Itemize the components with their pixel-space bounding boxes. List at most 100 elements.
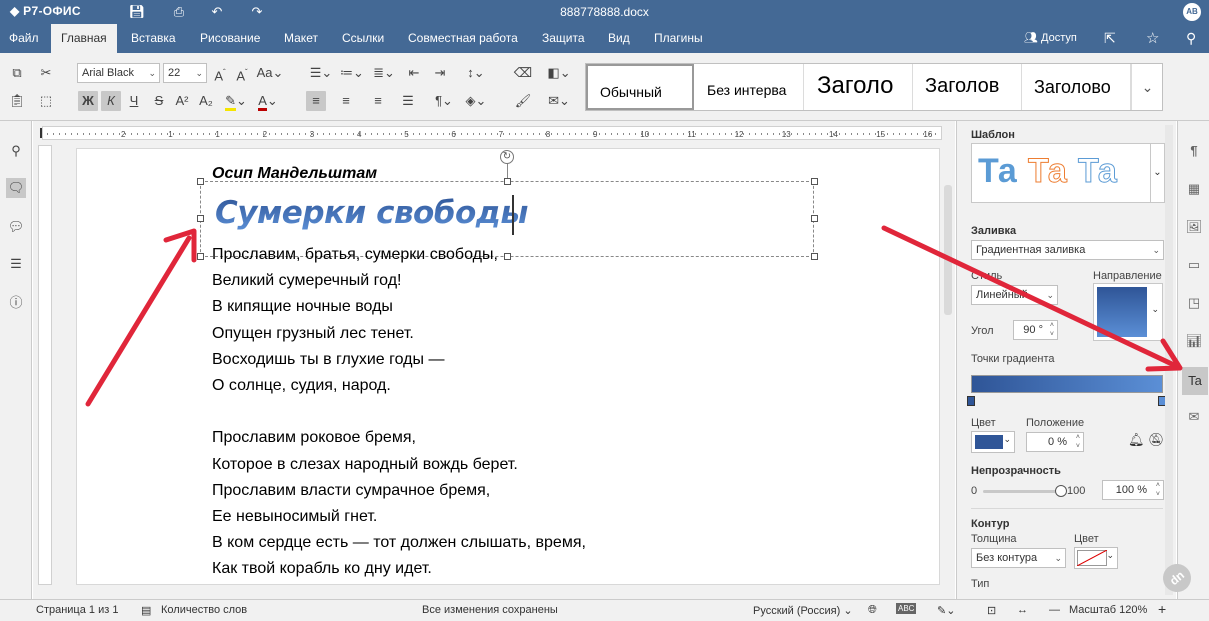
paste-icon[interactable]: 📋︎	[7, 91, 27, 111]
resize-handle[interactable]	[197, 253, 204, 260]
resize-handle[interactable]	[811, 253, 818, 260]
paragraph-marks-icon[interactable]: ¶⌄	[430, 91, 458, 111]
style-no-spacing[interactable]: Без интерва	[695, 64, 804, 110]
style-heading3[interactable]: Заголово	[1022, 64, 1131, 110]
template-sample[interactable]: Та	[978, 152, 1017, 191]
justify-icon[interactable]: ☰	[398, 91, 418, 111]
remove-stop-icon[interactable]: 🔕︎	[1148, 432, 1165, 448]
comments-icon[interactable]: 🗨︎	[6, 178, 26, 198]
italic-icon[interactable]: К	[101, 91, 121, 111]
change-case-icon[interactable]: Aa⌄	[256, 63, 284, 83]
globe-icon[interactable]: 🌐︎	[868, 604, 877, 617]
menu-protection[interactable]: Защита	[533, 24, 594, 53]
rotate-handle-icon[interactable]: ↻	[500, 150, 514, 164]
gradient-stop-start[interactable]	[967, 396, 975, 406]
zoom-in-icon[interactable]: +	[1158, 601, 1166, 617]
add-stop-icon[interactable]: 🔔︎	[1128, 432, 1145, 448]
gradient-bar[interactable]	[971, 375, 1163, 393]
decrease-indent-icon[interactable]: ⇤	[404, 63, 424, 83]
copy-style-icon[interactable]: 🖌︎	[513, 91, 533, 111]
wordart-title[interactable]: Сумерки свободы	[215, 195, 528, 231]
header-footer-icon[interactable]: ▭	[1184, 255, 1204, 275]
poem-text[interactable]: Прославим, братья, сумерки свободы, Вели…	[212, 242, 586, 583]
highlight-icon[interactable]: ✎⌄	[222, 91, 250, 111]
vertical-ruler[interactable]	[38, 145, 52, 585]
line-spacing-icon[interactable]: ↕⌄	[462, 63, 490, 83]
track-changes-icon[interactable]: ✎⌄	[937, 604, 955, 617]
menu-home[interactable]: Главная	[51, 24, 117, 53]
contour-thickness-select[interactable]: Без контура ⌄	[971, 548, 1066, 568]
word-count-icon[interactable]: ▤	[141, 604, 151, 617]
mail-merge-settings-icon[interactable]: ✉	[1184, 407, 1204, 427]
opacity-input[interactable]: 100 % ˄ ˅	[1102, 480, 1164, 500]
opacity-slider[interactable]	[983, 485, 1067, 497]
fit-width-icon[interactable]: ↔	[1017, 604, 1028, 616]
spellcheck-icon[interactable]: ABC	[896, 603, 917, 614]
paragraph-settings-icon[interactable]: ¶	[1184, 141, 1204, 161]
user-avatar[interactable]: АВ	[1183, 3, 1201, 21]
template-sample[interactable]: Та	[1078, 152, 1118, 191]
word-count[interactable]: Количество слов	[161, 604, 247, 616]
align-right-icon[interactable]: ≡	[368, 91, 388, 111]
resize-handle[interactable]	[504, 178, 511, 185]
align-center-icon[interactable]: ≡	[336, 91, 356, 111]
resize-handle[interactable]	[811, 178, 818, 185]
font-size-select[interactable]: 22 ⌄	[163, 63, 207, 83]
access-button[interactable]: 👥︎ Доступ	[1024, 24, 1077, 53]
select-all-icon[interactable]: ⬚	[36, 91, 56, 111]
shape-settings-icon[interactable]: ◳	[1184, 293, 1204, 313]
table-settings-icon[interactable]: ▦	[1184, 179, 1204, 199]
gradient-direction-picker[interactable]: ⌄	[1093, 283, 1163, 341]
chat-icon[interactable]: 💬︎	[6, 217, 26, 237]
stop-color-picker[interactable]: ⌄	[971, 431, 1015, 453]
shading-icon[interactable]: ◈⌄	[462, 91, 490, 111]
menu-plugins[interactable]: Плагины	[645, 24, 712, 53]
search-icon[interactable]: ⚲	[6, 141, 26, 161]
numbered-list-icon[interactable]: ≔⌄	[338, 63, 366, 83]
underline-icon[interactable]: Ч	[124, 91, 144, 111]
font-color-icon[interactable]: A⌄	[254, 91, 282, 111]
template-gallery[interactable]: Та Та Та ⌄	[971, 143, 1165, 203]
document-page[interactable]: Осип Мандельштам ↻ Сумерки свободы Просл…	[76, 148, 940, 585]
cut-icon[interactable]: ✂	[36, 63, 56, 83]
resize-handle[interactable]	[811, 215, 818, 222]
open-location-icon[interactable]: ⇱	[1104, 24, 1116, 53]
style-heading2[interactable]: Заголов	[913, 64, 1022, 110]
contour-color-picker[interactable]: ⌄	[1074, 547, 1118, 569]
menu-references[interactable]: Ссылки	[333, 24, 393, 53]
menu-collaboration[interactable]: Совместная работа	[399, 24, 527, 53]
menu-file[interactable]: Файл	[0, 24, 48, 53]
gradient-style-select[interactable]: Линейный ⌄	[971, 285, 1058, 305]
style-heading1[interactable]: Заголо	[805, 64, 913, 110]
font-name-select[interactable]: Arial Black ⌄	[77, 63, 160, 83]
scroll-thumb[interactable]	[944, 185, 952, 315]
panel-scrollbar[interactable]	[1165, 125, 1173, 595]
strikethrough-icon[interactable]: S	[149, 91, 169, 111]
menu-view[interactable]: Вид	[599, 24, 639, 53]
styles-expand-icon[interactable]: ⌄	[1131, 64, 1163, 110]
template-expand-icon[interactable]: ⌄	[1150, 144, 1164, 202]
fill-type-select[interactable]: Градиентная заливка ⌄	[971, 240, 1164, 260]
align-left-icon[interactable]: ≡	[306, 91, 326, 111]
navigation-icon[interactable]: ☰	[6, 254, 26, 274]
bold-icon[interactable]: Ж	[78, 91, 98, 111]
vertical-scrollbar[interactable]	[942, 145, 954, 583]
increase-indent-icon[interactable]: ⇥	[430, 63, 450, 83]
textart-settings-icon[interactable]: Ta	[1182, 367, 1208, 395]
menu-layout[interactable]: Макет	[275, 24, 327, 53]
horizontal-ruler[interactable]: 2 1 1 2 3 4 5 6 7 8 9 10 11 12 13 14 15 16	[42, 126, 942, 140]
page-indicator[interactable]: Страница 1 из 1	[36, 604, 118, 616]
style-normal[interactable]: Обычный	[586, 64, 694, 110]
copy-icon[interactable]: ⧉	[7, 63, 27, 83]
superscript-icon[interactable]: A²	[172, 91, 192, 111]
mail-merge-icon[interactable]: ✉⌄	[545, 91, 573, 111]
color-scheme-icon[interactable]: ◧⌄	[545, 63, 573, 83]
multilevel-list-icon[interactable]: ≣⌄	[370, 63, 398, 83]
search-icon[interactable]: ⚲	[1186, 24, 1196, 53]
language-select[interactable]: Русский (Россия) ⌄	[753, 604, 853, 617]
chart-settings-icon[interactable]: 📊︎	[1184, 331, 1204, 351]
zoom-out-icon[interactable]: —	[1049, 604, 1060, 616]
info-icon[interactable]: ⓘ	[6, 293, 26, 313]
increase-font-icon[interactable]: Aˆ	[210, 63, 230, 83]
decrease-font-icon[interactable]: Aˇ	[232, 63, 252, 83]
